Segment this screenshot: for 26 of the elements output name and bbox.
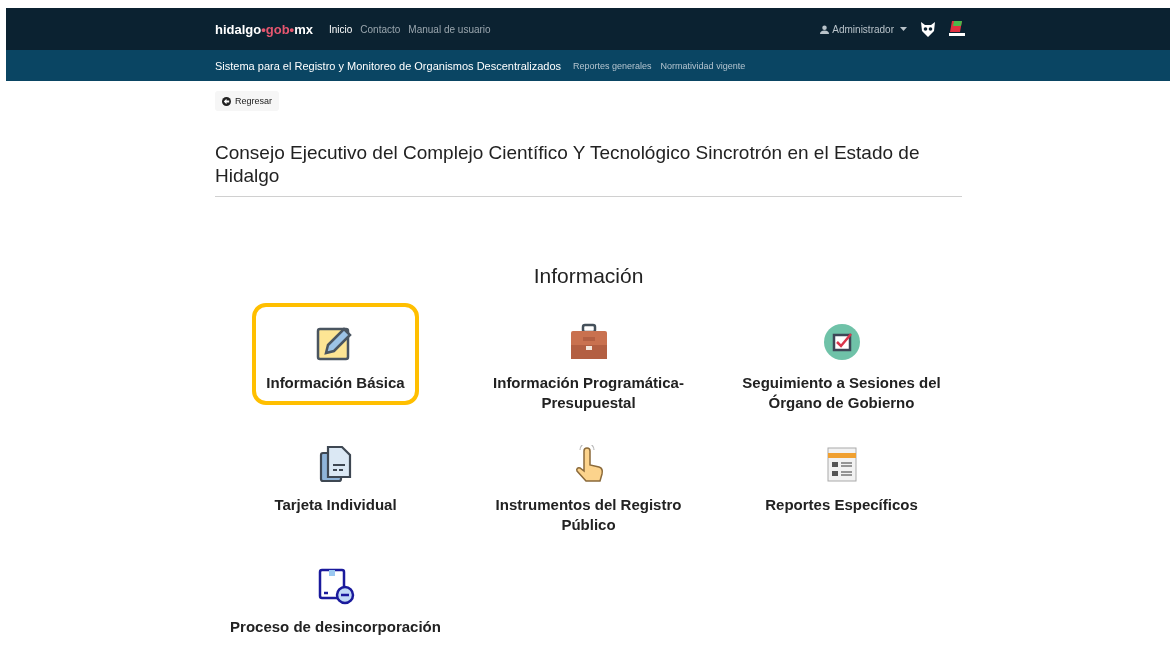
state-logo-icon: [947, 20, 967, 38]
box-minus-icon: [316, 567, 355, 605]
menu-card[interactable]: Tarjeta Individual: [253, 425, 418, 527]
user-menu[interactable]: Administrador: [820, 23, 907, 35]
page-title: Consejo Ejecutivo del Complejo Científico Y Tecnológico Sincrotrón en el Estado de Hidalgo: [215, 141, 962, 197]
menu-card[interactable]: Información Básica: [252, 303, 419, 405]
caret-icon: [900, 27, 907, 31]
nav-link[interactable]: Inicio: [328, 23, 353, 35]
emblem-icon: [919, 20, 937, 38]
back-button[interactable]: Regresar: [215, 91, 279, 111]
briefcase-icon: [569, 323, 608, 361]
menu-card[interactable]: Información Programática-Presupuestal: [467, 303, 710, 425]
site-logo[interactable]: hidalgo•gob•mx: [215, 21, 313, 37]
system-title: Sistema para el Registro y Monitoreo de Organismos Descentralizados: [215, 59, 562, 72]
nav-link[interactable]: Reportes generales: [573, 60, 652, 71]
nav-link[interactable]: Manual de usuario: [408, 23, 491, 35]
menu-card[interactable]: Reportes Específicos: [751, 425, 932, 527]
user-icon: [820, 24, 830, 34]
section-heading: Información: [532, 263, 645, 289]
nav-link[interactable]: Contacto: [360, 23, 401, 35]
menu-card[interactable]: Instrumentos del Registro Público: [467, 425, 710, 547]
menu-card[interactable]: Proceso de desincorporación: [216, 547, 455, 649]
back-arrow-icon: [222, 96, 231, 106]
checkbox-icon: [822, 323, 861, 361]
menu-card[interactable]: Seguimiento a Sesiones del Órgano de Gobierno: [720, 303, 963, 425]
nav-link[interactable]: Normatividad vigente: [660, 60, 746, 71]
